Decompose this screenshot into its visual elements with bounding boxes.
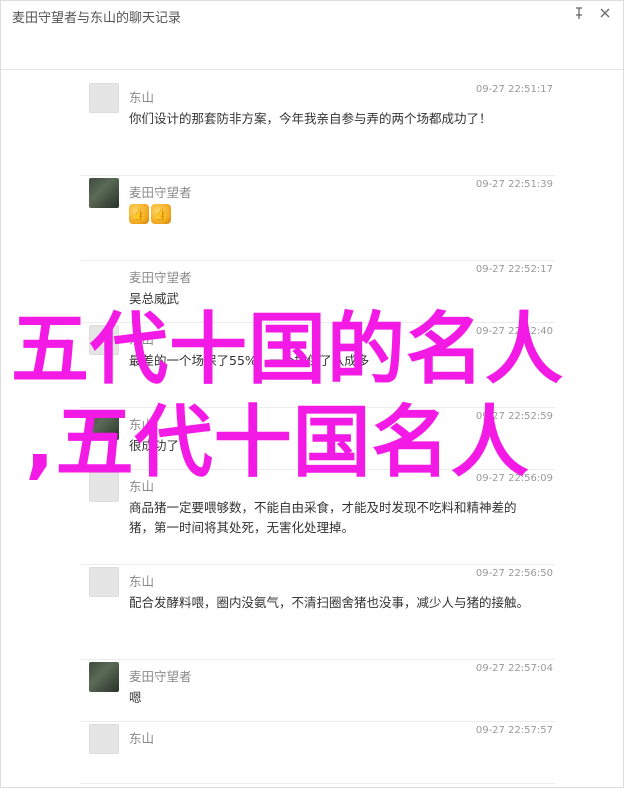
message-text: 商品猪一定要喂够数，不能自由采食，才能及时发现不吃料和精神差的猪，第一时间将其处… <box>129 500 517 535</box>
pin-svg <box>576 7 582 19</box>
sender-name: 东山 <box>129 90 155 105</box>
message-text: 嗯 <box>129 690 142 705</box>
message-text: 最差的一个场保了55%，一个场保了八成多 <box>129 353 370 368</box>
sender-name: 东山 <box>129 574 155 589</box>
avatar <box>89 83 119 113</box>
title-bar: 麦田守望者与东山的聊天记录 <box>1 1 623 70</box>
message-time: 09-27 22:51:17 <box>475 84 553 95</box>
avatar <box>89 472 119 502</box>
message-text: 配合发酵料喂，圈内没氨气，不清扫圈舍猪也没事，减少人与猪的接触。 <box>129 595 530 610</box>
close-icon[interactable] <box>597 5 613 21</box>
message-time: 09-27 22:57:04 <box>475 663 553 674</box>
avatar <box>89 662 119 692</box>
message-time: 09-27 22:56:09 <box>475 473 553 484</box>
emoji-row: 👍 👍 <box>129 204 529 224</box>
chat-history-window: 麦田守望者与东山的聊天记录 东山 09-27 22:51:17 你们设计的那套防… <box>0 0 624 788</box>
message-text: 吴总威武 <box>129 291 180 306</box>
message-text: 很成功了 <box>129 438 180 453</box>
pin-icon[interactable] <box>571 5 587 21</box>
sender-name: 麦田守望者 <box>129 185 192 200</box>
avatar <box>89 567 119 597</box>
thumbs-up-icon: 👍 <box>151 204 171 224</box>
message-item: 东山 09-27 22:56:50 配合发酵料喂，圈内没氨气，不清扫圈舍猪也没事… <box>81 565 555 660</box>
sender-name: 麦田守望者 <box>129 669 192 684</box>
avatar <box>89 325 119 355</box>
message-item: 东山 09-27 22:51:17 你们设计的那套防非方案，今年我亲自参与弄的两… <box>81 81 555 176</box>
avatar <box>89 410 119 440</box>
sender-name: 东山 <box>129 479 155 494</box>
sender-name: 东山 <box>129 332 155 347</box>
message-item: 东山 09-27 22:52:40 最差的一个场保了55%，一个场保了八成多 <box>81 323 555 408</box>
message-time: 09-27 22:52:40 <box>475 326 553 337</box>
message-item: 麦田守望者 09-27 22:51:39 👍 👍 <box>81 176 555 261</box>
message-text: 👍 👍 <box>129 204 529 224</box>
message-item: 东山 09-27 22:57:57 <box>81 722 555 784</box>
message-time: 09-27 22:51:39 <box>475 179 553 190</box>
message-time: 09-27 22:52:17 <box>475 264 553 275</box>
message-item: 麦田守望者 09-27 22:57:04 嗯 <box>81 660 555 722</box>
message-list: 东山 09-27 22:51:17 你们设计的那套防非方案，今年我亲自参与弄的两… <box>81 81 555 784</box>
sender-name: 麦田守望者 <box>129 270 192 285</box>
message-time: 09-27 22:52:59 <box>475 411 553 422</box>
message-item: 东山 09-27 22:52:59 很成功了 <box>81 408 555 470</box>
message-text: 你们设计的那套防非方案，今年我亲自参与弄的两个场都成功了！ <box>129 111 492 126</box>
window-title: 麦田守望者与东山的聊天记录 <box>12 11 182 26</box>
avatar <box>89 724 119 754</box>
sender-name: 东山 <box>129 417 155 432</box>
message-time: 09-27 22:57:57 <box>475 725 553 736</box>
message-time: 09-27 22:56:50 <box>475 568 553 579</box>
message-item: 东山 09-27 22:56:09 商品猪一定要喂够数，不能自由采食，才能及时发… <box>81 470 555 565</box>
close-svg <box>600 8 610 18</box>
thumbs-up-icon: 👍 <box>129 204 149 224</box>
window-controls <box>571 5 613 21</box>
sender-name: 东山 <box>129 731 155 746</box>
message-item: 麦田守望者 09-27 22:52:17 吴总威武 <box>81 261 555 323</box>
avatar <box>89 178 119 208</box>
